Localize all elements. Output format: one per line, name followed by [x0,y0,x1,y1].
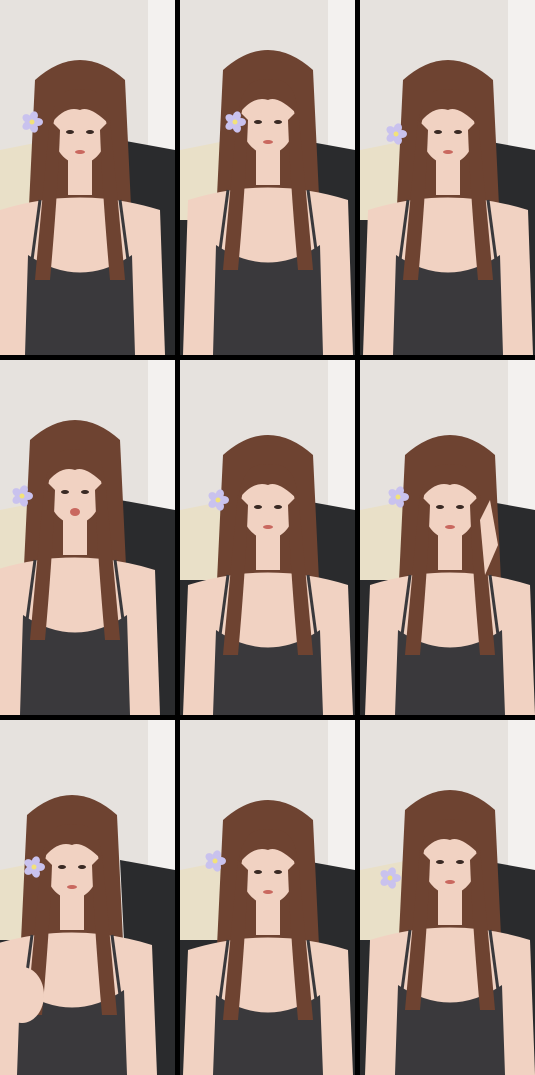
frame-9 [360,720,535,1075]
frame-1 [0,0,175,355]
frame-illustration [0,360,175,715]
frame-7 [0,720,175,1075]
frame-illustration [180,360,355,715]
frame-4 [0,360,175,715]
frame-illustration [180,720,355,1075]
frame-5 [180,360,355,715]
frame-8 [180,720,355,1075]
frame-2 [180,0,355,355]
photo-grid [0,0,535,1075]
frame-illustration [0,0,175,355]
frame-illustration [360,720,535,1075]
frame-3 [360,0,535,355]
frame-6 [360,360,535,715]
frame-illustration [180,0,355,355]
frame-illustration [0,720,175,1075]
frame-illustration [360,360,535,715]
frame-illustration [360,0,535,355]
hand [0,967,44,1023]
